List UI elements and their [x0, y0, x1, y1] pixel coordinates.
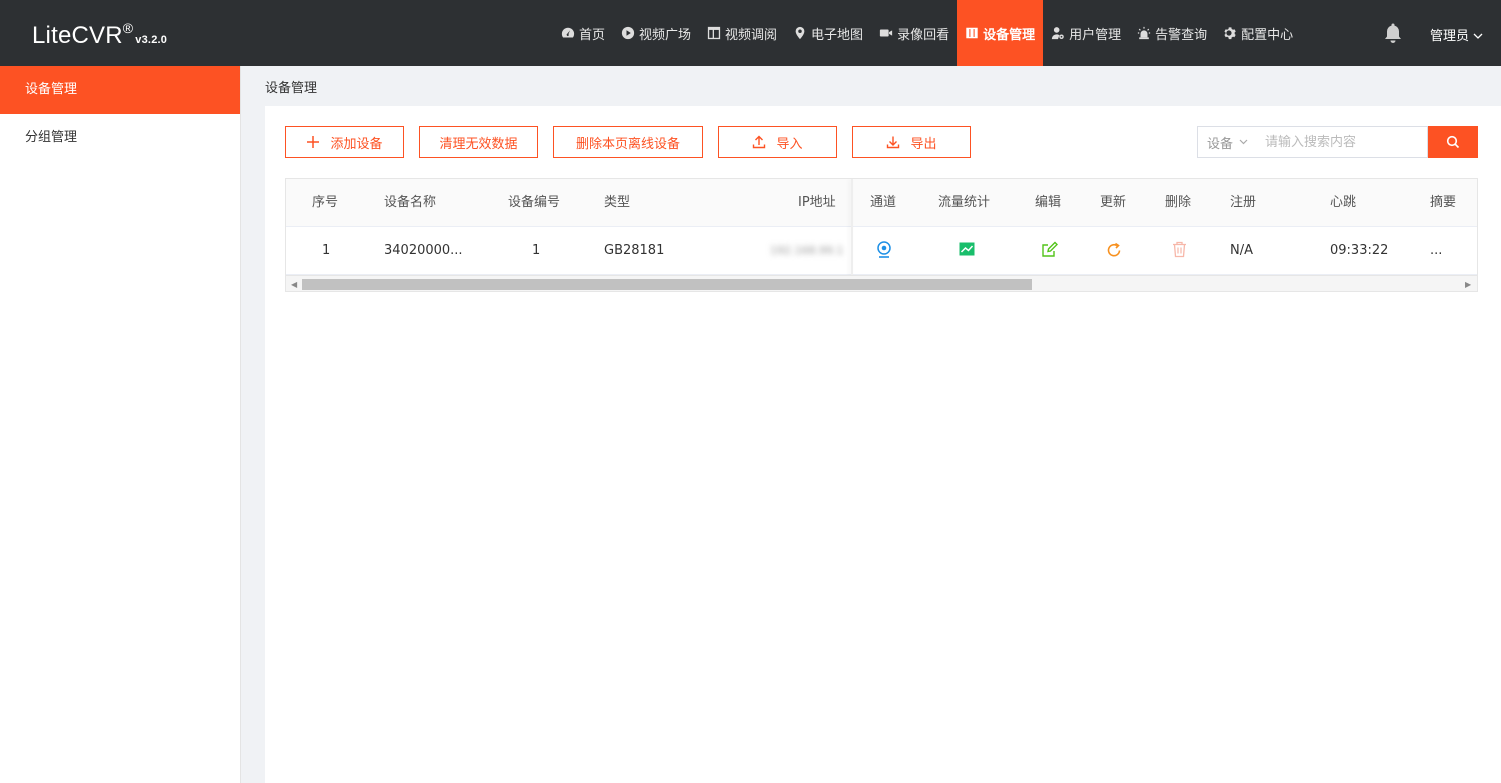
columns-icon — [966, 27, 978, 39]
column-header-index: 序号 — [312, 195, 339, 210]
gear-icon — [1224, 27, 1236, 40]
export-label: 导出 — [910, 136, 937, 152]
add-device-button[interactable]: 添加设备 — [285, 126, 404, 158]
nav-item-device-management[interactable]: 设备管理 — [957, 0, 1044, 66]
column-header-update: 更新 — [1100, 195, 1127, 210]
cell-summary[interactable]: ... — [1430, 227, 1442, 275]
nav-item-video-square[interactable]: 视频广场 — [613, 0, 699, 66]
traffic-chart-icon[interactable] — [959, 242, 975, 262]
column-header-type: 类型 — [604, 195, 631, 210]
nav-label: 设备管理 — [983, 27, 1036, 43]
cell-heartbeat: 09:33:22 — [1330, 243, 1389, 258]
import-label: 导入 — [776, 136, 803, 152]
breadcrumb: 设备管理 — [265, 81, 318, 96]
video-camera-icon — [879, 29, 893, 37]
cell-register: N/A — [1230, 243, 1253, 258]
search-scope-value: 设备 — [1207, 136, 1234, 152]
nav-label: 告警查询 — [1155, 27, 1208, 43]
main-panel: 添加设备 清理无效数据 删除本页离线设备 导入 导出 设备 请输入搜索内容 序号… — [265, 106, 1501, 783]
user-name: 管理员 — [1430, 29, 1470, 44]
user-menu[interactable]: 管理员 — [1430, 25, 1483, 44]
nav-item-alarm-query[interactable]: 告警查询 — [1129, 0, 1215, 66]
device-table: 序号 设备名称 设备编号 类型 IP地址 通道 流量统计 编辑 更新 删除 注册… — [285, 178, 1478, 292]
column-header-register: 注册 — [1230, 195, 1257, 210]
horizontal-scrollbar[interactable]: ◀ ▶ — [286, 275, 1477, 291]
plus-icon — [306, 135, 320, 149]
delete-offline-devices-label: 删除本页离线设备 — [575, 136, 680, 152]
scroll-right-arrow-icon[interactable]: ▶ — [1465, 280, 1471, 289]
sidebar-item-group-management[interactable]: 分组管理 — [0, 114, 240, 162]
cell-device-code: 1 — [532, 243, 541, 258]
nav-label: 用户管理 — [1069, 27, 1122, 43]
nav-item-playback[interactable]: 录像回看 — [871, 0, 957, 66]
clear-invalid-data-label: 清理无效数据 — [439, 136, 518, 152]
app-version: v3.2.0 — [135, 34, 168, 46]
nav-label: 视频广场 — [639, 27, 692, 43]
chevron-down-icon — [1239, 137, 1248, 148]
bell-icon[interactable] — [1383, 22, 1403, 44]
search-input[interactable] — [1259, 126, 1428, 158]
chevron-down-icon — [1473, 29, 1483, 44]
cell-device-name: 34020000... — [384, 243, 463, 258]
search-bar: 设备 — [1197, 126, 1478, 158]
nav-label: 录像回看 — [897, 27, 950, 43]
column-header-ip: IP地址 — [798, 195, 836, 210]
nav-label: 配置中心 — [1241, 27, 1294, 43]
app-name: LiteCVR — [32, 22, 123, 49]
upload-icon — [752, 135, 766, 149]
nav-label: 视频调阅 — [725, 27, 778, 43]
nav-item-map[interactable]: 电子地图 — [785, 0, 871, 66]
cell-index: 1 — [322, 243, 331, 258]
import-button[interactable]: 导入 — [718, 126, 837, 158]
column-header-traffic: 流量统计 — [938, 195, 991, 210]
sidebar: 设备管理 分组管理 — [0, 66, 241, 783]
scroll-thumb[interactable] — [302, 279, 1032, 290]
top-bar: LiteCVR®v3.2.0 首页 视频广场 视频调阅 电子地图 录像回看 设备… — [0, 0, 1501, 66]
search-scope-select[interactable]: 设备 — [1197, 126, 1259, 158]
download-icon — [886, 135, 900, 149]
column-header-channel: 通道 — [870, 195, 897, 210]
nav-item-config-center[interactable]: 配置中心 — [1215, 0, 1301, 66]
cell-ip-address: 192.168.99.1 — [770, 244, 844, 257]
table-row: 1 34020000... 1 GB28181 192.168.99.1 N/A… — [286, 227, 1477, 275]
search-button[interactable] — [1428, 126, 1478, 158]
table-header: 序号 设备名称 设备编号 类型 IP地址 通道 流量统计 编辑 更新 删除 注册… — [286, 179, 1477, 227]
refresh-icon[interactable] — [1106, 242, 1122, 262]
registered-mark: ® — [122, 20, 134, 36]
channel-camera-icon[interactable] — [876, 241, 892, 261]
nav-item-home[interactable]: 首页 — [553, 0, 613, 66]
map-pin-icon — [795, 26, 805, 40]
clear-invalid-data-button[interactable]: 清理无效数据 — [419, 126, 538, 158]
cell-type: GB28181 — [604, 243, 665, 258]
nav-label: 电子地图 — [811, 27, 864, 43]
main-nav: 首页 视频广场 视频调阅 电子地图 录像回看 设备管理 用户管理 告警查询 配置… — [553, 0, 1301, 66]
edit-icon[interactable] — [1041, 241, 1058, 261]
column-header-code: 设备编号 — [508, 195, 561, 210]
add-device-label: 添加设备 — [330, 136, 383, 152]
trash-icon[interactable] — [1172, 241, 1187, 261]
column-header-delete: 删除 — [1165, 195, 1192, 210]
play-circle-icon — [621, 26, 635, 40]
alarm-light-icon — [1137, 26, 1151, 40]
app-logo[interactable]: LiteCVR®v3.2.0 — [32, 20, 168, 50]
nav-item-video-view[interactable]: 视频调阅 — [699, 0, 785, 66]
delete-offline-devices-button[interactable]: 删除本页离线设备 — [553, 126, 703, 158]
layout-icon — [707, 26, 721, 40]
search-icon — [1446, 135, 1460, 149]
column-header-heartbeat: 心跳 — [1330, 195, 1357, 210]
nav-item-user-management[interactable]: 用户管理 — [1043, 0, 1129, 66]
sidebar-item-device-management[interactable]: 设备管理 — [0, 66, 240, 114]
column-header-summary: 摘要 — [1430, 195, 1457, 210]
scroll-left-arrow-icon[interactable]: ◀ — [291, 280, 297, 289]
user-gear-icon — [1051, 27, 1064, 40]
export-button[interactable]: 导出 — [852, 126, 971, 158]
dashboard-icon — [561, 27, 575, 38]
column-header-name: 设备名称 — [384, 195, 437, 210]
nav-label: 首页 — [579, 27, 606, 43]
column-header-edit: 编辑 — [1035, 195, 1062, 210]
